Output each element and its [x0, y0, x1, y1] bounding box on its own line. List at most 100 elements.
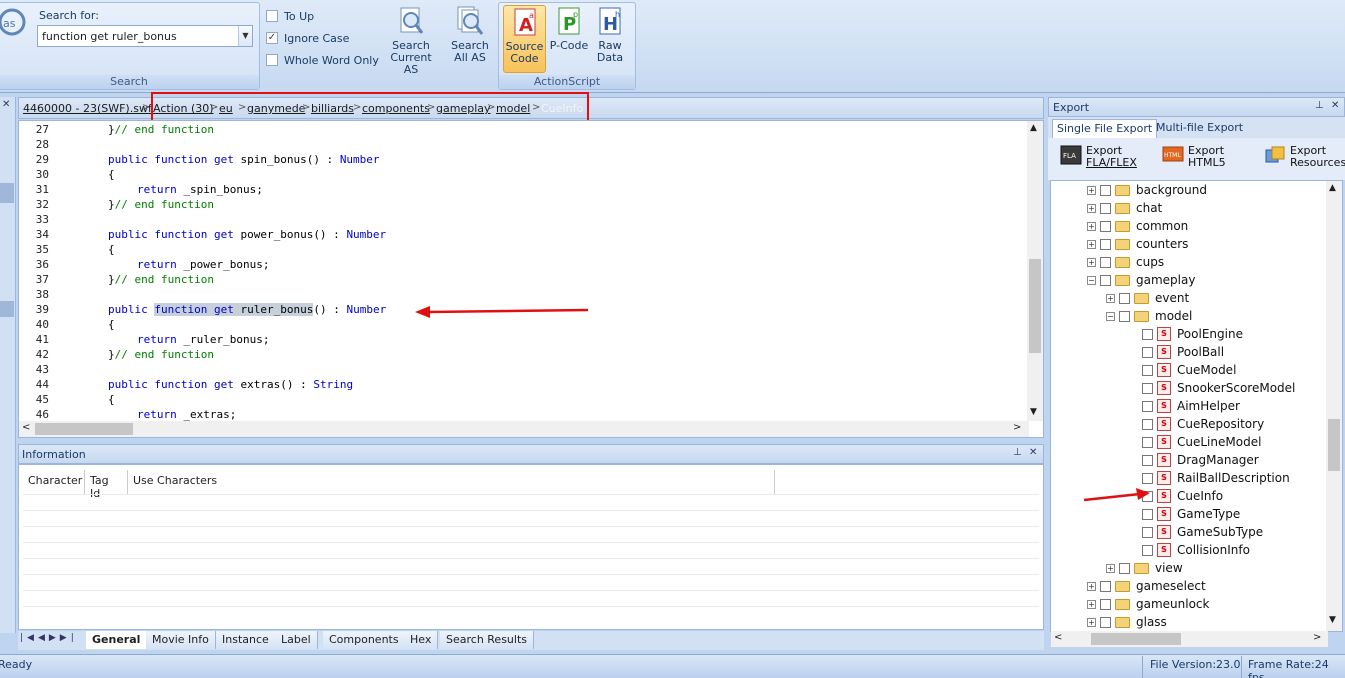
- raw-data-button[interactable]: Hh Raw Data: [592, 6, 628, 64]
- tab-instance[interactable]: Instance: [216, 631, 276, 649]
- scroll-up-icon[interactable]: ▲: [1329, 183, 1336, 193]
- expand-icon[interactable]: +: [1106, 293, 1115, 303]
- tree-checkbox[interactable]: [1119, 310, 1130, 322]
- left-collapsed-panel[interactable]: ✕: [0, 97, 16, 633]
- tree-checkbox[interactable]: [1142, 508, 1153, 520]
- tree-node-chat[interactable]: + chat: [1087, 199, 1162, 217]
- collapse-icon[interactable]: −: [1106, 311, 1115, 321]
- code-editor[interactable]: 27 28 29 30 31 32 33 34 35 36 37 38 39 4…: [18, 120, 1044, 438]
- tree-node-common[interactable]: + common: [1087, 217, 1188, 235]
- tree-node-gameplay[interactable]: − gameplay: [1087, 271, 1195, 289]
- tab-multi-file-export[interactable]: Multi-file Export: [1156, 121, 1243, 134]
- tree-node-gameunlock[interactable]: + gameunlock: [1087, 595, 1209, 613]
- tree-checkbox[interactable]: [1100, 274, 1111, 286]
- tree-checkbox[interactable]: [1142, 544, 1153, 556]
- tree-checkbox[interactable]: [1119, 292, 1130, 304]
- scroll-left-icon[interactable]: <: [22, 422, 30, 433]
- tree-node-collisioninfo[interactable]: S CollisionInfo: [1142, 541, 1250, 559]
- expand-icon[interactable]: +: [1087, 221, 1096, 231]
- tab-general[interactable]: General: [86, 631, 148, 649]
- tree-node-poolengine[interactable]: S PoolEngine: [1142, 325, 1243, 343]
- tree-checkbox[interactable]: [1142, 454, 1153, 466]
- tree-node-counters[interactable]: + counters: [1087, 235, 1188, 253]
- expand-icon[interactable]: +: [1087, 239, 1096, 249]
- scroll-down-icon[interactable]: ▼: [1030, 407, 1037, 417]
- tab-label[interactable]: Label: [275, 631, 318, 649]
- breadcrumb-file[interactable]: 4460000 - 23(SWF).swf: [23, 102, 152, 115]
- tree-checkbox[interactable]: [1100, 202, 1111, 214]
- source-code-button[interactable]: Aa Source Code: [503, 5, 546, 73]
- tree-node-event[interactable]: + event: [1106, 289, 1189, 307]
- tab-components[interactable]: Components: [323, 631, 406, 649]
- tree-node-gametype[interactable]: S GameType: [1142, 505, 1240, 523]
- search-input[interactable]: function get ruler_bonus ▼: [37, 25, 253, 47]
- close-icon[interactable]: ✕: [1331, 100, 1339, 111]
- tree-horizontal-scrollbar[interactable]: < >: [1051, 631, 1328, 647]
- tree-checkbox[interactable]: [1142, 526, 1153, 538]
- tree-node-gameselect[interactable]: + gameselect: [1087, 577, 1206, 595]
- to-up-checkbox[interactable]: [266, 10, 278, 22]
- tree-node-dragmanager[interactable]: S DragManager: [1142, 451, 1259, 469]
- tree-node-model[interactable]: − model: [1106, 307, 1192, 325]
- pcode-button[interactable]: Pp P-Code: [548, 6, 590, 52]
- expand-icon[interactable]: +: [1106, 563, 1115, 573]
- tree-hscroll-thumb[interactable]: [1091, 633, 1181, 645]
- scroll-down-icon[interactable]: ▼: [1329, 615, 1336, 625]
- scroll-left-icon[interactable]: <: [1054, 632, 1062, 643]
- to-up-option[interactable]: To Up: [266, 7, 379, 25]
- column-header-character[interactable]: Character: [23, 470, 85, 494]
- editor-hscroll-thumb[interactable]: [35, 423, 133, 435]
- tab-hex[interactable]: Hex: [404, 631, 439, 649]
- tree-vertical-scrollbar[interactable]: ▲ ▼: [1326, 181, 1342, 631]
- ignore-case-option[interactable]: ✓ Ignore Case: [266, 29, 379, 47]
- collapsed-panel-scroll-thumb[interactable]: [0, 183, 14, 203]
- tree-checkbox[interactable]: [1100, 184, 1111, 196]
- tree-checkbox[interactable]: [1100, 220, 1111, 232]
- tree-checkbox[interactable]: [1100, 616, 1111, 628]
- editor-vertical-scrollbar[interactable]: ▲ ▼: [1027, 121, 1043, 421]
- expand-icon[interactable]: +: [1087, 599, 1096, 609]
- whole-word-option[interactable]: Whole Word Only: [266, 51, 379, 69]
- tree-node-cups[interactable]: + cups: [1087, 253, 1164, 271]
- tree-checkbox[interactable]: [1142, 364, 1153, 376]
- tree-node-cuemodel[interactable]: S CueModel: [1142, 361, 1236, 379]
- export-fla-flex-button[interactable]: FLA Export FLA/FLEX: [1060, 144, 1137, 174]
- tree-checkbox[interactable]: [1100, 580, 1111, 592]
- whole-word-checkbox[interactable]: [266, 54, 278, 66]
- search-all-as-button[interactable]: Search All AS: [447, 6, 493, 64]
- tree-checkbox[interactable]: [1100, 598, 1111, 610]
- tree-node-snookerscoremodel[interactable]: S SnookerScoreModel: [1142, 379, 1295, 397]
- scroll-up-icon[interactable]: ▲: [1030, 123, 1037, 133]
- information-grid[interactable]: Character Tag Id Use Characters: [18, 464, 1044, 630]
- tree-checkbox[interactable]: [1142, 346, 1153, 358]
- export-html5-button[interactable]: HTML Export HTML5: [1162, 144, 1228, 174]
- ignore-case-checkbox[interactable]: ✓: [266, 32, 278, 44]
- column-header-use-characters[interactable]: Use Characters: [128, 470, 775, 494]
- expand-icon[interactable]: +: [1087, 257, 1096, 267]
- tree-node-glass[interactable]: + glass: [1087, 613, 1167, 631]
- tree-checkbox[interactable]: [1100, 256, 1111, 268]
- close-icon[interactable]: ✕: [1029, 447, 1037, 458]
- scroll-right-icon[interactable]: >: [1313, 632, 1321, 643]
- tree-node-railballdescription[interactable]: S RailBallDescription: [1142, 469, 1290, 487]
- close-icon[interactable]: ✕: [2, 99, 10, 110]
- column-header-tag-id[interactable]: Tag Id: [85, 470, 128, 500]
- collapse-icon[interactable]: −: [1087, 275, 1096, 285]
- tree-node-cuerepository[interactable]: S CueRepository: [1142, 415, 1264, 433]
- tree-checkbox[interactable]: [1100, 238, 1111, 250]
- search-current-as-button[interactable]: Search Current AS: [382, 6, 440, 76]
- tab-navigation-icons[interactable]: |◀◀▶▶|: [20, 633, 82, 643]
- tree-checkbox[interactable]: [1142, 472, 1153, 484]
- export-resources-button[interactable]: Export Resources: [1264, 144, 1345, 174]
- tab-search-results[interactable]: Search Results: [440, 631, 535, 649]
- tree-checkbox[interactable]: [1142, 328, 1153, 340]
- tab-single-file-export[interactable]: Single File Export: [1052, 119, 1158, 138]
- editor-scroll-thumb[interactable]: [1029, 259, 1041, 353]
- tree-node-poolball[interactable]: S PoolBall: [1142, 343, 1224, 361]
- tree-checkbox[interactable]: [1142, 436, 1153, 448]
- tree-checkbox[interactable]: [1119, 562, 1130, 574]
- tab-movie-info[interactable]: Movie Info: [146, 631, 216, 649]
- editor-horizontal-scrollbar[interactable]: < >: [19, 421, 1029, 437]
- expand-icon[interactable]: +: [1087, 185, 1096, 195]
- expand-icon[interactable]: +: [1087, 203, 1096, 213]
